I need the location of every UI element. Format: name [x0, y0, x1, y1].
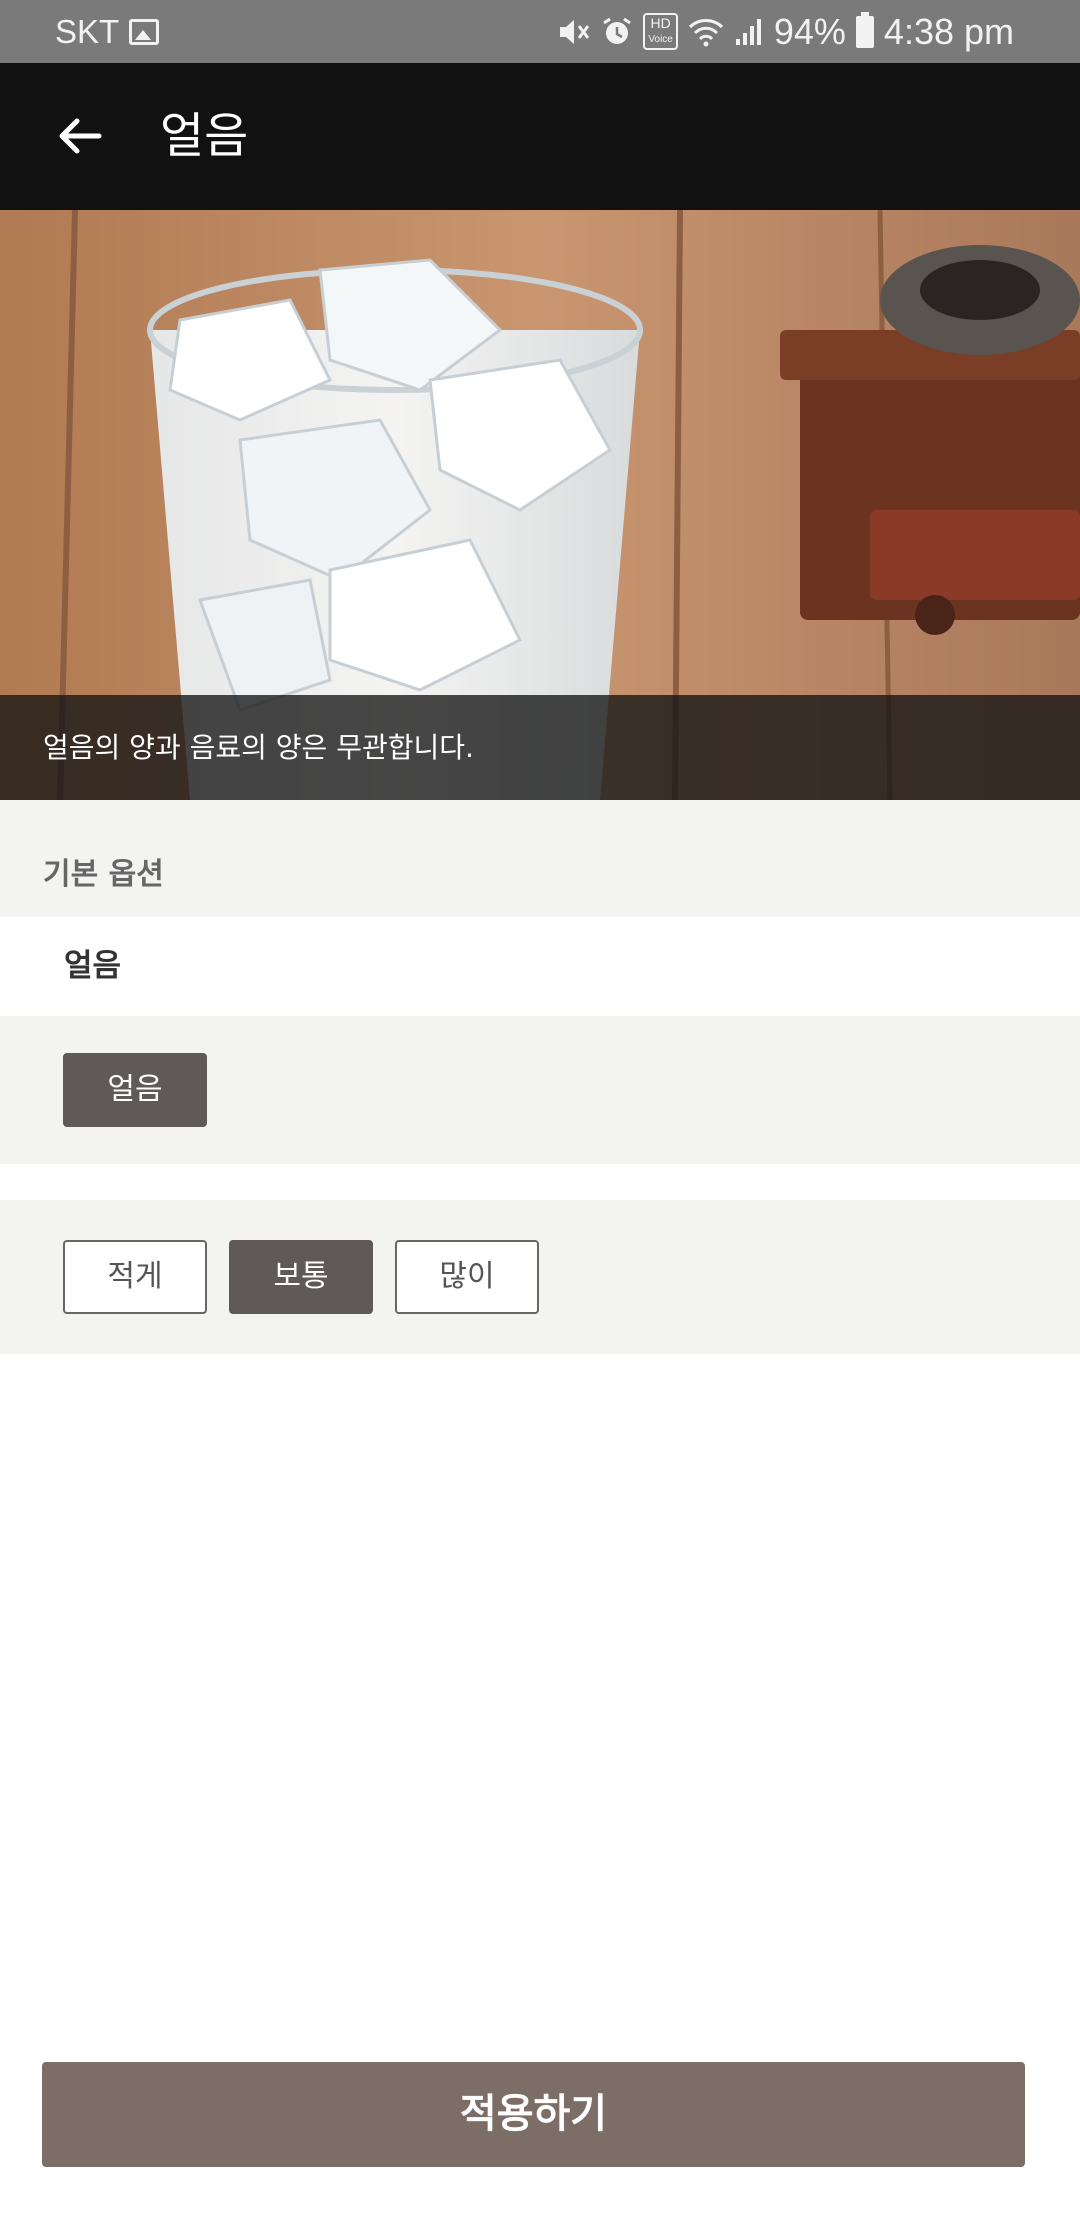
- battery-percent: 94%: [773, 10, 846, 52]
- mute-icon: [560, 19, 590, 44]
- ice-type-options: 얼음: [0, 1016, 1080, 1164]
- alarm-icon: [603, 17, 632, 44]
- clock: 4:38 pm: [883, 10, 1014, 52]
- apply-button[interactable]: 적용하기: [42, 2062, 1025, 2167]
- hd-voice-icon: HD Voice: [643, 13, 678, 50]
- status-right: HD Voice 94% 4:38 pm: [557, 0, 1014, 63]
- arrow-left-icon: [59, 118, 102, 154]
- signal-icon: [735, 18, 761, 45]
- amount-chip-less[interactable]: 적게: [63, 1240, 207, 1314]
- option-title: 얼음: [64, 948, 122, 984]
- ice-type-chip[interactable]: 얼음: [63, 1053, 207, 1127]
- hd-sub-label: Voice: [648, 34, 673, 45]
- status-left: SKT: [55, 0, 160, 63]
- wifi-icon: [688, 18, 723, 46]
- app-bar: 얼음: [0, 63, 1080, 210]
- status-bar: SKT HD Voice 94% 4:38 pm: [0, 0, 1080, 63]
- back-button[interactable]: [44, 101, 114, 171]
- section-header: 기본 옵션: [0, 800, 1080, 917]
- hero-image: 얼음의 양과 음료의 양은 무관합니다.: [0, 210, 1080, 800]
- amount-chip-more[interactable]: 많이: [395, 1240, 539, 1314]
- hero-caption: 얼음의 양과 음료의 양은 무관합니다.: [0, 695, 1080, 800]
- ice-amount-options: 적게 보통 많이: [0, 1200, 1080, 1354]
- carrier-label: SKT: [55, 12, 120, 50]
- amount-chip-normal[interactable]: 보통: [229, 1240, 373, 1314]
- hd-label: HD: [650, 15, 671, 31]
- gallery-icon: [129, 18, 160, 45]
- battery-icon: [855, 11, 874, 48]
- option-title-row: 얼음: [0, 917, 1080, 1016]
- page-title: 얼음: [160, 108, 249, 164]
